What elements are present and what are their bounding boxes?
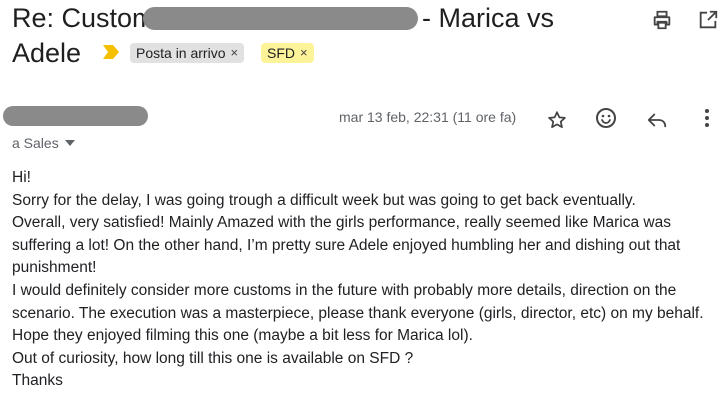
print-button[interactable]: [650, 8, 674, 32]
body-paragraph: Out of curiosity, how long till this one…: [12, 349, 414, 367]
sender-name-redaction: [3, 106, 148, 126]
open-in-new-window-button[interactable]: [696, 8, 720, 32]
subject-part-2: - Marica vs: [422, 3, 555, 33]
label-remove-button[interactable]: ×: [300, 43, 308, 63]
reply-icon: [647, 113, 667, 128]
body-paragraph: Hi!: [12, 169, 31, 186]
label-chip-sfd[interactable]: SFD ×: [261, 43, 314, 63]
label-chip-text: Posta in arrivo: [136, 45, 226, 61]
print-icon: [653, 10, 671, 30]
dropdown-icon: [64, 140, 75, 146]
message-date: mar 13 feb, 22:31 (11 ore fa): [339, 109, 517, 125]
recipient-label: a Sales: [12, 135, 59, 151]
importance-marker-icon[interactable]: [103, 45, 119, 64]
more-vert-icon: [705, 109, 709, 127]
star-icon: [548, 111, 566, 129]
label-chip-text: SFD: [267, 45, 295, 61]
body-paragraph: Sorry for the delay, I was going trough …: [12, 191, 636, 209]
subject-part-1: Re: Custom: [12, 3, 155, 33]
emoji-icon: [596, 108, 616, 128]
subject-redaction: [143, 7, 418, 30]
add-reaction-button[interactable]: [594, 106, 618, 130]
star-button[interactable]: [545, 108, 569, 132]
more-options-button[interactable]: [695, 106, 719, 130]
subject-line-2: Adele: [12, 38, 82, 68]
recipient-details-toggle[interactable]: a Sales: [12, 135, 75, 151]
label-chip-inbox[interactable]: Posta in arrivo ×: [130, 43, 245, 63]
label-remove-button[interactable]: ×: [230, 43, 238, 63]
open-in-new-icon: [699, 10, 718, 29]
reply-button[interactable]: [645, 108, 669, 132]
body-paragraph: I would definitely consider more customs…: [12, 281, 704, 345]
message-body: Hi! Sorry for the delay, I was going tro…: [12, 167, 716, 393]
body-paragraph: Overall, very satisfied! Mainly Amazed w…: [12, 214, 681, 277]
body-paragraph: Thanks: [12, 372, 63, 390]
